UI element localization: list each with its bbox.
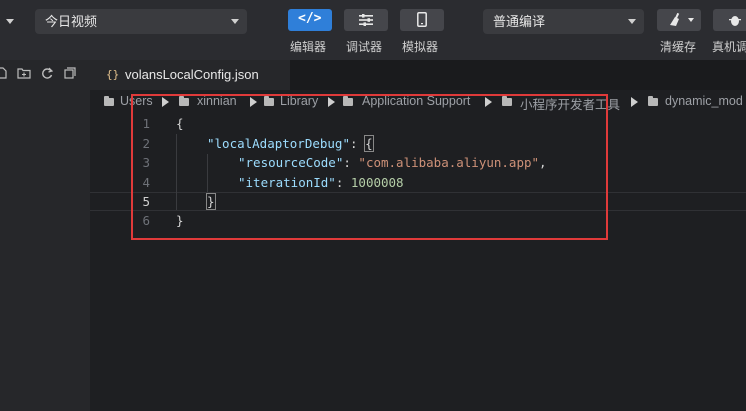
- simulator-button[interactable]: [400, 9, 444, 31]
- editor-label: 编辑器: [290, 40, 327, 54]
- page-select[interactable]: 今日视频: [35, 9, 247, 34]
- sliders-icon: [359, 14, 373, 26]
- debugger-button[interactable]: [344, 9, 388, 31]
- debugger-label: 调试器: [346, 40, 383, 54]
- new-folder-icon[interactable]: [17, 67, 31, 79]
- folder-icon: [104, 96, 114, 106]
- refresh-icon[interactable]: [41, 67, 53, 79]
- tab-filename: volansLocalConfig.json: [125, 67, 259, 82]
- compile-select[interactable]: 普通编译: [483, 9, 644, 34]
- clear-cache-button[interactable]: [657, 9, 701, 31]
- highlight-annotation-box: [131, 94, 608, 240]
- tab-volanslocalconfig[interactable]: {} volansLocalConfig.json: [90, 60, 290, 90]
- editor-tab-bar: {} volansLocalConfig.json: [90, 60, 746, 90]
- breadcrumb-item-dynamic-mod[interactable]: dynamic_mod: [665, 94, 743, 108]
- code-icon: </>: [298, 11, 322, 26]
- phone-icon: [417, 12, 427, 27]
- left-dropdown-caret[interactable]: [6, 19, 14, 24]
- file-explorer-sidebar: [0, 60, 90, 411]
- bug-icon: [729, 16, 741, 26]
- real-device-label: 真机调: [712, 40, 746, 54]
- editor-button[interactable]: </>: [288, 9, 332, 31]
- compile-select-value: 普通编译: [493, 14, 546, 29]
- chevron-down-icon: [628, 19, 636, 24]
- chevron-down-icon: [231, 19, 239, 24]
- chevron-down-icon: [688, 18, 694, 22]
- folder-icon: [648, 96, 658, 106]
- new-file-icon[interactable]: [0, 67, 7, 79]
- top-toolbar: 今日视频 </> 编辑器 调试器 模拟器 普通编译 清缓存 真机调: [0, 0, 746, 60]
- clear-cache-label: 清缓存: [660, 40, 697, 54]
- simulator-label: 模拟器: [402, 40, 439, 54]
- chevron-right-icon: [631, 97, 638, 107]
- page-select-value: 今日视频: [45, 14, 98, 29]
- json-file-icon: {}: [106, 68, 120, 81]
- real-device-debug-button[interactable]: [713, 9, 746, 31]
- broom-icon: [670, 13, 680, 26]
- collapse-all-icon[interactable]: [64, 67, 76, 79]
